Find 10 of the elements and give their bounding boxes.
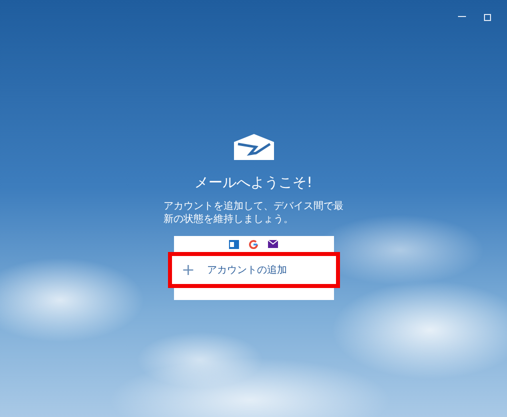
- mail-app-icon: [229, 240, 239, 249]
- welcome-message: アカウントを追加して、デバイス間で最新の状態を維持しましょう。: [164, 200, 344, 226]
- welcome-title: メールへようこそ!: [194, 174, 312, 192]
- minimize-icon[interactable]: [458, 16, 466, 18]
- maximize-icon[interactable]: [484, 14, 491, 20]
- g-logo-icon: [249, 240, 258, 249]
- envelope-icon: [268, 240, 278, 248]
- envelope-icon: [234, 134, 274, 160]
- add-account-button[interactable]: + アカウントの追加: [168, 252, 340, 288]
- plus-icon: +: [182, 262, 195, 278]
